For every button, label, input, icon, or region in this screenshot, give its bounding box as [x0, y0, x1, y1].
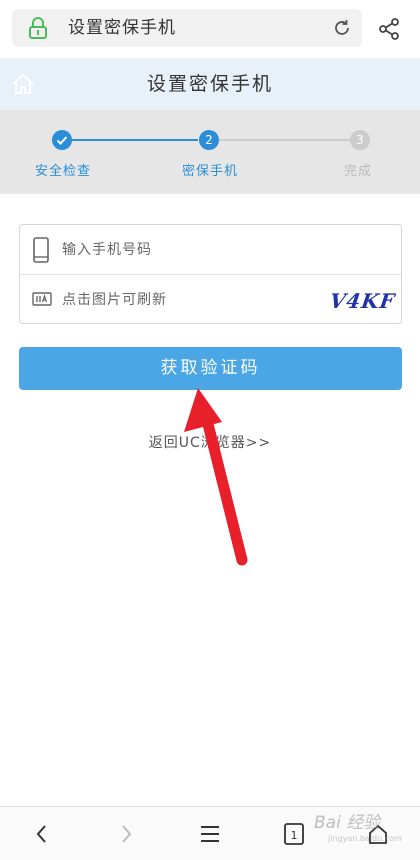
phone-icon — [33, 237, 49, 263]
captcha-row: V4KF — [20, 275, 401, 325]
step-1-label: 安全检查 — [34, 164, 91, 179]
browser-address-bar: 设置密保手机 — [0, 0, 420, 58]
step-3-label: 完成 — [343, 164, 372, 179]
url-text: 设置密保手机 — [68, 18, 176, 38]
page-title: 设置密保手机 — [146, 73, 273, 95]
refresh-icon[interactable] — [332, 18, 352, 38]
watermark-sub-text: jingyan.baidu.com — [328, 834, 402, 843]
watermark-main-text: Bai 经验 — [314, 813, 381, 833]
step-1-check-icon — [52, 130, 72, 150]
step-2-label: 密保手机 — [181, 164, 238, 179]
forward-icon[interactable] — [112, 821, 140, 847]
phone-row — [20, 225, 401, 275]
share-icon[interactable] — [377, 17, 401, 41]
step-line-pending — [218, 139, 350, 141]
phone-number-input[interactable] — [62, 225, 302, 275]
captcha-input[interactable] — [62, 275, 302, 325]
tabs-count: 1 — [291, 829, 298, 842]
progress-steps: 2 3 安全检查 密保手机 完成 — [0, 110, 420, 194]
back-icon[interactable] — [28, 821, 56, 847]
lock-icon — [29, 17, 47, 39]
captcha-icon — [32, 292, 52, 306]
baidu-jingyan-watermark: Bai 经验 jingyan.baidu.com — [300, 804, 412, 854]
red-arrow-annotation — [184, 388, 248, 566]
page-header: 设置密保手机 — [0, 58, 420, 110]
step-3-dot: 3 — [350, 130, 370, 150]
captcha-image[interactable]: V4KF — [328, 287, 400, 313]
url-field[interactable]: 设置密保手机 — [12, 9, 362, 47]
step-line-done — [72, 139, 198, 141]
page: 设置密保手机 设置密保手机 2 3 安全检查 密保手机 完成 输入手机号码 点击… — [0, 0, 420, 860]
captcha-text: V4KF — [328, 289, 397, 313]
menu-icon[interactable] — [196, 821, 224, 847]
step-2-dot: 2 — [199, 130, 219, 150]
phone-form: V4KF — [19, 224, 402, 325]
